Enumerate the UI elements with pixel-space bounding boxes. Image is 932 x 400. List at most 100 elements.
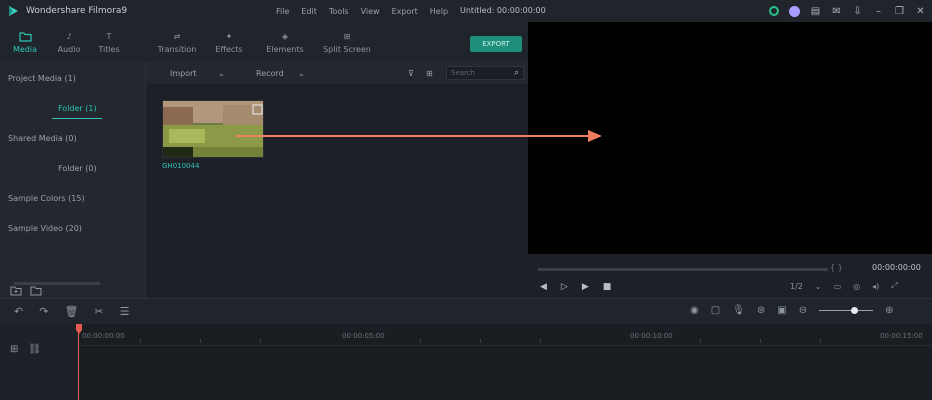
volume-icon[interactable]: ◂) <box>872 282 879 291</box>
menu-bar: File Edit Tools View Export Help <box>276 0 448 22</box>
close-icon[interactable]: ✕ <box>915 6 926 17</box>
quality-select[interactable]: 1/2 <box>790 282 803 291</box>
effects-icon: ✦ <box>225 31 233 41</box>
folder-icon <box>18 30 32 42</box>
preview-progress-bar[interactable] <box>538 268 828 271</box>
microphone-icon[interactable]: 🎙 <box>732 305 745 316</box>
timeline-right-tools: ◉ ▢ 🎙 ⊛ ▣ ⊖ ⊕ <box>690 305 894 316</box>
sidebar-item-project-media[interactable]: Project Media (1) <box>8 74 76 83</box>
screen-icon[interactable]: ▭ <box>834 282 842 291</box>
zoom-slider[interactable] <box>819 307 874 314</box>
chevron-down-icon[interactable]: ⌄ <box>218 69 225 78</box>
chevron-down-icon[interactable]: ⌄ <box>298 69 305 78</box>
chevron-down-icon[interactable]: ⌄ <box>815 282 822 291</box>
active-folder-underline <box>52 118 102 119</box>
ruler-tick: 00:00:05:00 <box>342 332 385 340</box>
media-item-name: GH010044 <box>162 162 200 170</box>
tab-elements[interactable]: ◈ Elements <box>260 26 310 58</box>
track-header-icons: ⊞ ⛓ <box>10 344 41 355</box>
music-note-icon: ♪ <box>66 31 72 41</box>
timeline-ruler[interactable]: 00:00:00:00 00:00:05:00 00:00:10:00 00:0… <box>80 324 932 346</box>
elements-icon: ◈ <box>281 31 289 41</box>
ruler-tick: 00:00:10:00 <box>630 332 673 340</box>
menu-tools[interactable]: Tools <box>329 7 349 16</box>
zoom-slider-knob[interactable] <box>851 307 859 314</box>
import-dropdown[interactable]: Import <box>170 69 197 78</box>
tab-split-screen[interactable]: ⊞ Split Screen <box>322 26 372 58</box>
filter-icon[interactable]: ⊽ <box>408 69 414 78</box>
maximize-icon[interactable]: ❐ <box>894 6 905 17</box>
snapshot-icon[interactable]: ◎ <box>853 282 860 291</box>
preview-timecode: 00:00:00:00 <box>872 263 921 272</box>
menu-edit[interactable]: Edit <box>301 7 317 16</box>
playhead[interactable] <box>76 324 82 400</box>
window-controls: ▤ ✉ ⇩ – ❐ ✕ <box>768 0 926 22</box>
media-sidebar: Project Media (1) Folder (1) Shared Medi… <box>0 62 146 298</box>
tab-effects[interactable]: ✦ Effects <box>204 26 254 58</box>
text-icon: T <box>106 31 112 41</box>
step-back-icon[interactable]: ◀ <box>540 282 547 292</box>
tab-label: Titles <box>98 45 120 54</box>
zoom-in-icon[interactable]: ⊕ <box>885 305 893 316</box>
adjust-icon[interactable]: ☰ <box>120 305 130 318</box>
sidebar-item-folder-1[interactable]: Folder (1) <box>58 104 97 113</box>
marker-icon[interactable]: ▢ <box>711 305 720 316</box>
tab-label: Transition <box>157 45 197 54</box>
audio-mixer-icon[interactable]: ⊛ <box>757 305 765 316</box>
sidebar-scrollbar[interactable] <box>14 282 100 285</box>
add-track-icon[interactable]: ⊞ <box>10 344 18 355</box>
captions-icon[interactable]: ▣ <box>777 305 786 316</box>
preview-player <box>528 22 932 254</box>
menu-file[interactable]: File <box>276 7 289 16</box>
media-thumbnail[interactable] <box>162 100 264 158</box>
account-avatar-icon[interactable] <box>789 5 800 17</box>
media-toolbar: Import ⌄ Record ⌄ ⊽ ⊞ Search ⌕ <box>146 62 528 84</box>
preview-controls: { } 00:00:00:00 ◀ ▷ ▶ ■ 1/2 ⌄ ▭ ◎ ◂) ⤢ <box>528 254 932 298</box>
search-input[interactable]: Search ⌕ <box>446 66 524 80</box>
filmora-logo-icon <box>6 4 20 18</box>
link-icon[interactable]: ⛓ <box>28 344 41 355</box>
search-icon[interactable]: ⌕ <box>514 68 519 78</box>
sidebar-item-sample-colors[interactable]: Sample Colors (15) <box>8 194 85 203</box>
timeline-edit-tools: ↶ ↷ 🗑 ✂ ☰ <box>14 305 130 318</box>
sidebar-item-shared-media[interactable]: Shared Media (0) <box>8 134 77 143</box>
tab-transition[interactable]: ⇌ Transition <box>152 26 202 58</box>
library-tabs: Media ♪ Audio T Titles ⇌ Transition ✦ Ef… <box>0 22 528 62</box>
record-dropdown[interactable]: Record <box>256 69 284 78</box>
menu-help[interactable]: Help <box>430 7 448 16</box>
tab-label: Effects <box>215 45 243 54</box>
render-icon[interactable]: ◉ <box>690 305 699 316</box>
document-title: Untitled: 00:00:00:00 <box>460 6 546 15</box>
ruler-tick: 00:00:15:00 <box>880 332 923 340</box>
menu-view[interactable]: View <box>361 7 380 16</box>
minimize-icon[interactable]: – <box>873 6 884 17</box>
redo-icon[interactable]: ↷ <box>39 305 48 318</box>
menu-export[interactable]: Export <box>392 7 418 16</box>
app-name: Wondershare Filmora9 <box>26 6 128 16</box>
status-ring-icon[interactable] <box>768 6 779 17</box>
title-bar: Wondershare Filmora9 File Edit Tools Vie… <box>0 0 932 22</box>
undo-icon[interactable]: ↶ <box>14 305 23 318</box>
zoom-out-icon[interactable]: ⊖ <box>799 305 807 316</box>
play-icon[interactable]: ▶ <box>582 282 589 292</box>
split-screen-icon: ⊞ <box>343 31 351 41</box>
stop-icon[interactable]: ■ <box>603 282 612 292</box>
tab-titles[interactable]: T Titles <box>84 26 134 58</box>
play-step-icon[interactable]: ▷ <box>561 282 568 292</box>
fullscreen-icon[interactable]: ⤢ <box>891 281 897 291</box>
playback-buttons: ◀ ▷ ▶ ■ <box>540 282 611 292</box>
notes-icon[interactable]: ▤ <box>810 6 821 17</box>
timeline-toolbar: ↶ ↷ 🗑 ✂ ☰ ◉ ▢ 🎙 ⊛ ▣ ⊖ ⊕ <box>0 298 932 324</box>
grid-view-icon[interactable]: ⊞ <box>426 69 433 78</box>
sidebar-item-sample-video[interactable]: Sample Video (20) <box>8 224 82 233</box>
cut-icon[interactable]: ✂ <box>94 305 103 318</box>
tab-media[interactable]: Media <box>0 26 50 58</box>
export-button[interactable]: EXPORT <box>470 36 522 52</box>
tab-label: Media <box>12 45 38 54</box>
tab-label: Audio <box>57 45 81 54</box>
bracket-icon[interactable]: { } <box>830 263 843 272</box>
sidebar-item-folder-0[interactable]: Folder (0) <box>58 164 97 173</box>
mail-icon[interactable]: ✉ <box>831 6 842 17</box>
delete-icon[interactable]: 🗑 <box>64 305 78 318</box>
download-icon[interactable]: ⇩ <box>852 6 863 17</box>
